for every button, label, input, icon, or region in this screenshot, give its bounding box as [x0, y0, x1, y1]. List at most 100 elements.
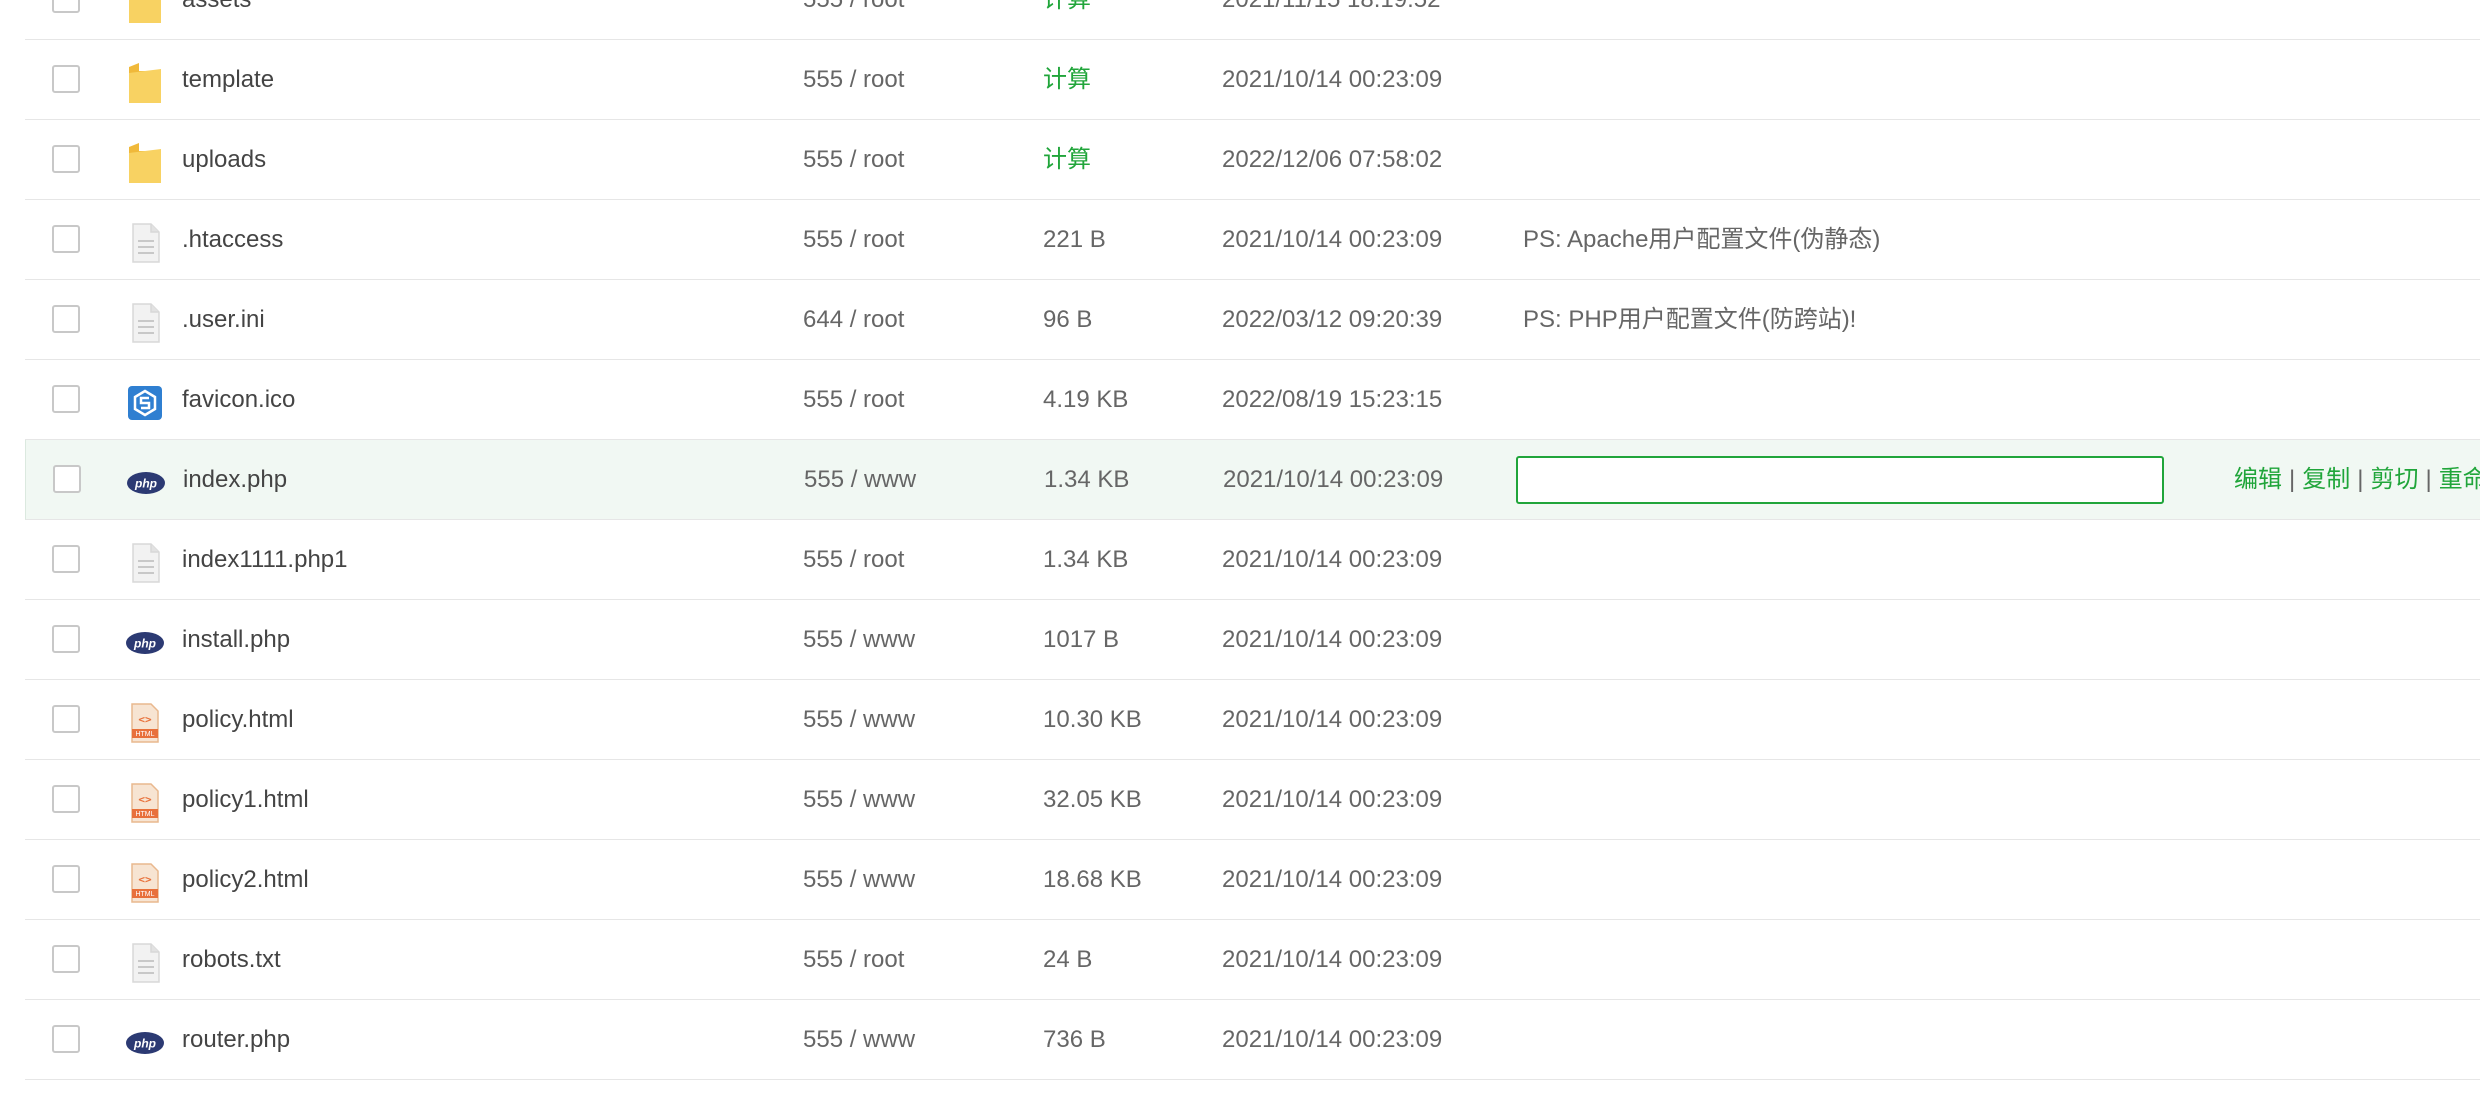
svg-text:php: php: [133, 1037, 156, 1051]
file-row[interactable]: <> HTML policy2.html 555 / www 18.68 KB 2021/…: [25, 840, 2480, 920]
html-file-icon: <> HTML: [125, 858, 165, 903]
text-file-icon: [125, 938, 165, 983]
file-name[interactable]: index1111.php1: [182, 520, 347, 600]
file-name[interactable]: policy1.html: [182, 760, 309, 840]
file-permission[interactable]: 644 / root: [803, 280, 904, 360]
favicon-file-icon: [125, 378, 165, 422]
file-size: 1017 B: [1043, 626, 1120, 653]
file-row[interactable]: <> HTML policy.html 555 / www 10.30 KB 2021/1…: [25, 680, 2480, 760]
file-row[interactable]: php install.php 555 / www 1017 B 2021/10/14 …: [25, 600, 2480, 680]
svg-text:<>: <>: [138, 713, 152, 726]
file-remark[interactable]: PS: Apache用户配置文件(伪静态): [1523, 200, 1880, 280]
file-row[interactable]: assets 555 / root 计算 2021/11/15 18:19:52: [25, 0, 2480, 40]
file-name[interactable]: policy2.html: [182, 840, 309, 920]
action-separator: |: [2357, 466, 2364, 493]
file-remark[interactable]: PS: PHP用户配置文件(防跨站)!: [1523, 280, 1856, 360]
file-name[interactable]: .htaccess: [182, 200, 283, 280]
php-file-icon: php: [126, 458, 166, 502]
file-row[interactable]: index1111.php1 555 / root 1.34 KB 2021/10/1…: [25, 520, 2480, 600]
remark-input[interactable]: [1516, 456, 2164, 504]
file-permission[interactable]: 555 / www: [803, 1000, 915, 1080]
action-separator: |: [2425, 466, 2432, 493]
file-row[interactable]: template 555 / root 计算 2021/10/14 00:23:09: [25, 40, 2480, 120]
modified-time: 2021/10/14 00:23:09: [1222, 946, 1443, 973]
row-action-link[interactable]: 编辑: [2234, 466, 2282, 493]
modified-time: 2021/10/14 00:23:09: [1222, 706, 1443, 733]
file-permission[interactable]: 555 / root: [803, 0, 904, 40]
php-file-icon: php: [125, 1018, 165, 1062]
modified-time: 2021/10/14 00:23:09: [1223, 466, 1444, 493]
file-row[interactable]: <> HTML policy1.html 555 / www 32.05 KB 2021/…: [25, 760, 2480, 840]
svg-text:<>: <>: [138, 793, 152, 806]
row-checkbox[interactable]: [52, 945, 80, 973]
file-table: assets555 / root计算2021/11/15 18:19:52tem…: [25, 0, 2480, 1080]
svg-text:php: php: [133, 637, 156, 651]
file-name[interactable]: router.php: [182, 1000, 290, 1080]
file-permission[interactable]: 555 / root: [803, 360, 904, 440]
file-row[interactable]: uploads 555 / root 计算 2022/12/06 07:58:02: [25, 120, 2480, 200]
svg-text:HTML: HTML: [135, 891, 154, 898]
row-checkbox[interactable]: [52, 65, 80, 93]
file-row[interactable]: php router.php 555 / www 736 B 2021/10/14 00…: [25, 1000, 2480, 1080]
file-permission[interactable]: 555 / www: [804, 440, 916, 520]
row-checkbox[interactable]: [52, 305, 80, 333]
file-name[interactable]: template: [182, 40, 274, 120]
file-size: 32.05 KB: [1043, 786, 1142, 813]
modified-time: 2021/10/14 00:23:09: [1222, 626, 1443, 653]
file-size: 736 B: [1043, 1026, 1106, 1053]
file-permission[interactable]: 555 / root: [803, 200, 904, 280]
row-checkbox[interactable]: [52, 385, 80, 413]
file-row[interactable]: .htaccess 555 / root 221 B 2021/10/14 00:23…: [25, 200, 2480, 280]
file-permission[interactable]: 555 / www: [803, 760, 915, 840]
modified-time: 2021/10/14 00:23:09: [1222, 546, 1443, 573]
file-size: 10.30 KB: [1043, 706, 1142, 733]
row-checkbox[interactable]: [52, 785, 80, 813]
row-action-link[interactable]: 复制: [2302, 466, 2350, 493]
file-row[interactable]: php index.php 555 / www 1.34 KB 2021/10/14 0…: [25, 440, 2480, 520]
folder-icon: [125, 58, 165, 103]
file-row[interactable]: robots.txt 555 / root 24 B 2021/10/14 00:23…: [25, 920, 2480, 1000]
html-file-icon: <> HTML: [125, 778, 165, 823]
row-action-link[interactable]: 剪切: [2370, 466, 2418, 493]
file-permission[interactable]: 555 / www: [803, 840, 915, 920]
row-checkbox[interactable]: [52, 625, 80, 653]
row-checkbox[interactable]: [52, 1025, 80, 1053]
calculate-size-link[interactable]: 计算: [1043, 40, 1091, 120]
text-file-icon: [125, 538, 165, 583]
modified-time: 2021/10/14 00:23:09: [1222, 226, 1443, 253]
file-name[interactable]: assets: [182, 0, 251, 40]
file-name[interactable]: favicon.ico: [182, 360, 295, 440]
row-checkbox[interactable]: [52, 145, 80, 173]
file-name[interactable]: .user.ini: [182, 280, 265, 360]
row-checkbox[interactable]: [52, 225, 80, 253]
file-name[interactable]: uploads: [182, 120, 266, 200]
modified-time: 2022/12/06 07:58:02: [1222, 146, 1443, 173]
row-checkbox[interactable]: [52, 545, 80, 573]
calculate-size-link[interactable]: 计算: [1043, 0, 1091, 40]
file-name[interactable]: index.php: [183, 440, 287, 520]
row-checkbox[interactable]: [52, 705, 80, 733]
row-checkbox[interactable]: [52, 865, 80, 893]
svg-text:HTML: HTML: [135, 811, 154, 818]
file-permission[interactable]: 555 / www: [803, 600, 915, 680]
file-permission[interactable]: 555 / www: [803, 680, 915, 760]
file-permission[interactable]: 555 / root: [803, 920, 904, 1000]
file-name[interactable]: policy.html: [182, 680, 294, 760]
file-name[interactable]: robots.txt: [182, 920, 281, 1000]
file-size: 221 B: [1043, 226, 1106, 253]
row-checkbox[interactable]: [53, 465, 81, 493]
folder-icon: [125, 0, 165, 23]
file-row[interactable]: favicon.ico 555 / root 4.19 KB 2022/08/19 1…: [25, 360, 2480, 440]
file-size: 24 B: [1043, 946, 1093, 973]
file-row[interactable]: .user.ini 644 / root 96 B 2022/03/12 09:20:…: [25, 280, 2480, 360]
file-name[interactable]: install.php: [182, 600, 290, 680]
file-permission[interactable]: 555 / root: [803, 520, 904, 600]
file-size: 18.68 KB: [1043, 866, 1142, 893]
modified-time: 2021/10/14 00:23:09: [1222, 66, 1443, 93]
file-permission[interactable]: 555 / root: [803, 120, 904, 200]
row-action-link[interactable]: 重命: [2439, 466, 2480, 493]
file-permission[interactable]: 555 / root: [803, 40, 904, 120]
html-file-icon: <> HTML: [125, 698, 165, 743]
row-checkbox[interactable]: [52, 0, 80, 13]
calculate-size-link[interactable]: 计算: [1043, 120, 1091, 200]
